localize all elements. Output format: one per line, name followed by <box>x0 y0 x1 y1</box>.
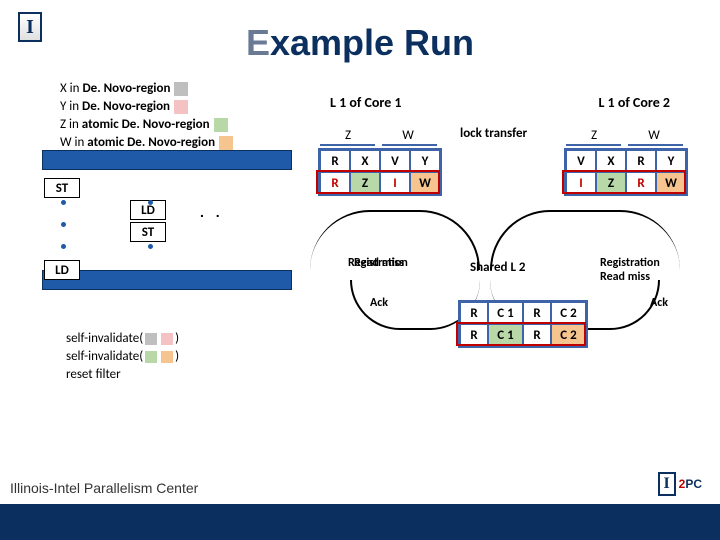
timeline-bar-1 <box>42 150 292 170</box>
footer-center-text: Illinois-Intel Parallelism Center <box>10 480 198 496</box>
cache-cell: Y <box>410 150 440 172</box>
legend-row: Y in De. Novo-region <box>60 98 233 116</box>
self-invalidate-block: self-invalidate( ) self-invalidate( ) re… <box>66 330 179 384</box>
timeline-bullet <box>61 200 66 205</box>
ack-1: Ack <box>370 296 388 310</box>
l2-cell: R <box>523 302 551 324</box>
l2-cell: C 1 <box>488 302 523 324</box>
timeline-bullet <box>148 244 153 249</box>
cache-cell: R <box>320 172 350 194</box>
l2-cell: C 2 <box>551 302 586 324</box>
cache-cell: W <box>656 172 686 194</box>
selfinv-line-3: reset filter <box>66 366 179 384</box>
l2-cell: R <box>460 302 488 324</box>
cache-cell: W <box>410 172 440 194</box>
i2pc-pc: PC <box>685 477 702 491</box>
timeline-bullet <box>61 244 66 249</box>
lock-transfer-label: lock transfer <box>460 126 527 141</box>
swatch-pink-icon <box>161 333 173 345</box>
l2-cell: C 2 <box>551 324 586 346</box>
cache-cell: Z <box>350 172 380 194</box>
swatch-green-icon <box>145 351 157 363</box>
legend-row: X in De. Novo-region <box>60 80 233 98</box>
legend-swatch-grey <box>174 82 188 96</box>
i2pc-logo: I2PC <box>658 472 702 496</box>
cache-cell: R <box>626 172 656 194</box>
selfinv-line-2: self-invalidate( ) <box>66 348 179 366</box>
swatch-orange-icon <box>161 351 173 363</box>
ack-2: Ack <box>650 296 668 310</box>
core-labels: L 1 of Core 1 L 1 of Core 2 <box>330 94 680 111</box>
l2-cell: R <box>523 324 551 346</box>
legend-swatch-orange <box>219 136 233 150</box>
cache-col-w: W <box>624 128 684 143</box>
legend-swatch-green <box>214 118 228 132</box>
shared-l2-label: Shared L 2 <box>470 260 526 275</box>
cache-core2: Z W V X R Y I Z R W <box>564 148 688 196</box>
ellipsis: . . <box>200 204 224 220</box>
i2pc-block-i-icon: I <box>658 472 676 496</box>
title-initial: E <box>246 22 270 63</box>
selfinv-line-1: self-invalidate( ) <box>66 330 179 348</box>
cache-cell: R <box>320 150 350 172</box>
cache-cell: V <box>380 150 410 172</box>
core2-label: L 1 of Core 2 <box>598 94 680 111</box>
cache-cell: Y <box>656 150 686 172</box>
footer: Illinois-Intel Parallelism Center I2PC <box>0 462 720 540</box>
slide-title: Example Run <box>0 22 720 64</box>
i2pc-two: 2 <box>679 477 686 491</box>
footer-blue-bar <box>0 504 720 540</box>
timeline-bullet <box>148 200 153 205</box>
l2-cell: C 1 <box>488 324 523 346</box>
cache-cell: I <box>380 172 410 194</box>
swatch-grey-icon <box>145 333 157 345</box>
cache-cell: X <box>350 150 380 172</box>
cache-cell: Z <box>596 172 626 194</box>
cache-col-z: Z <box>564 128 624 143</box>
inst-box-st: ST <box>44 178 80 198</box>
cache-cell: X <box>596 150 626 172</box>
cache-cell: I <box>566 172 596 194</box>
cache-col-w: W <box>378 128 438 143</box>
registration-label-2: RegistrationRead miss <box>600 256 660 284</box>
cache-cell: R <box>626 150 656 172</box>
legend-row: Z in atomic De. Novo-region <box>60 116 233 134</box>
title-rest: xample Run <box>270 22 474 63</box>
inst-box-st: ST <box>130 222 166 242</box>
l2-cell: R <box>460 324 488 346</box>
cache-cell: V <box>566 150 596 172</box>
core1-label: L 1 of Core 1 <box>330 94 402 111</box>
legend: X in De. Novo-region Y in De. Novo-regio… <box>60 80 233 152</box>
cache-col-z: Z <box>318 128 378 143</box>
cache-core1: Z W R X V Y R Z I W <box>318 148 442 196</box>
timeline-bullet <box>61 222 66 227</box>
shared-l2-table: R C 1 R C 2 R C 1 R C 2 <box>458 300 588 348</box>
legend-swatch-pink <box>174 100 188 114</box>
inst-box-ld: LD <box>44 260 80 280</box>
